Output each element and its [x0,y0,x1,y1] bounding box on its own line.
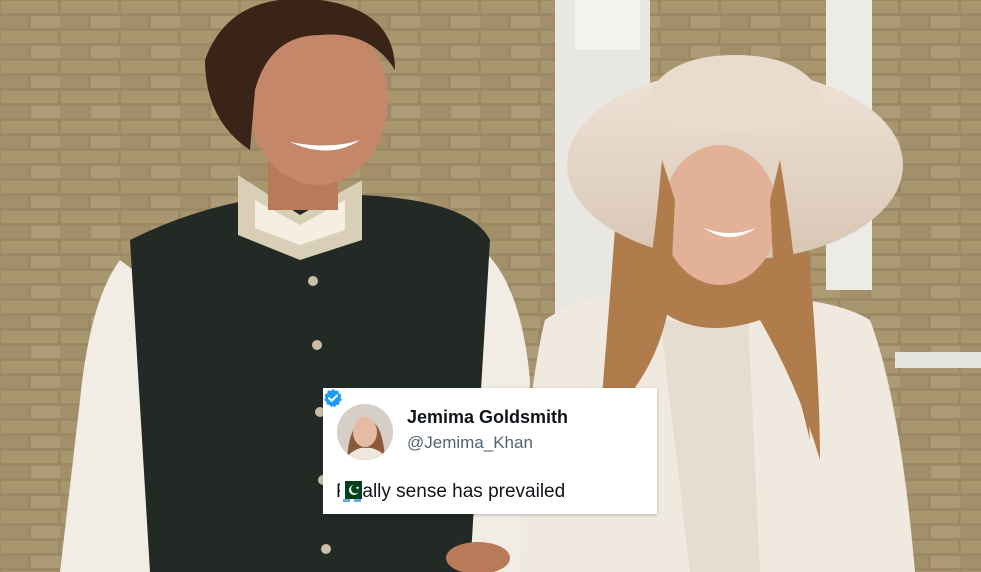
tweet-text: Finally sense has prevailed [336,481,565,503]
user-handle[interactable]: @Jemima_Khan [407,433,533,453]
pakistan-flag-emoji-icon [340,481,362,499]
photo-scene: Jemima Goldsmith @Jemima_Khan Finally se… [0,0,981,572]
avatar[interactable] [337,404,393,460]
avatar-image [337,404,393,460]
tweet-text-content: Finally sense has prevailed [336,481,566,502]
railing [895,352,981,368]
tweet-card[interactable]: Jemima Goldsmith @Jemima_Khan Finally se… [323,388,657,514]
verified-badge-icon [324,388,342,408]
display-name[interactable]: Jemima Goldsmith [407,407,568,428]
